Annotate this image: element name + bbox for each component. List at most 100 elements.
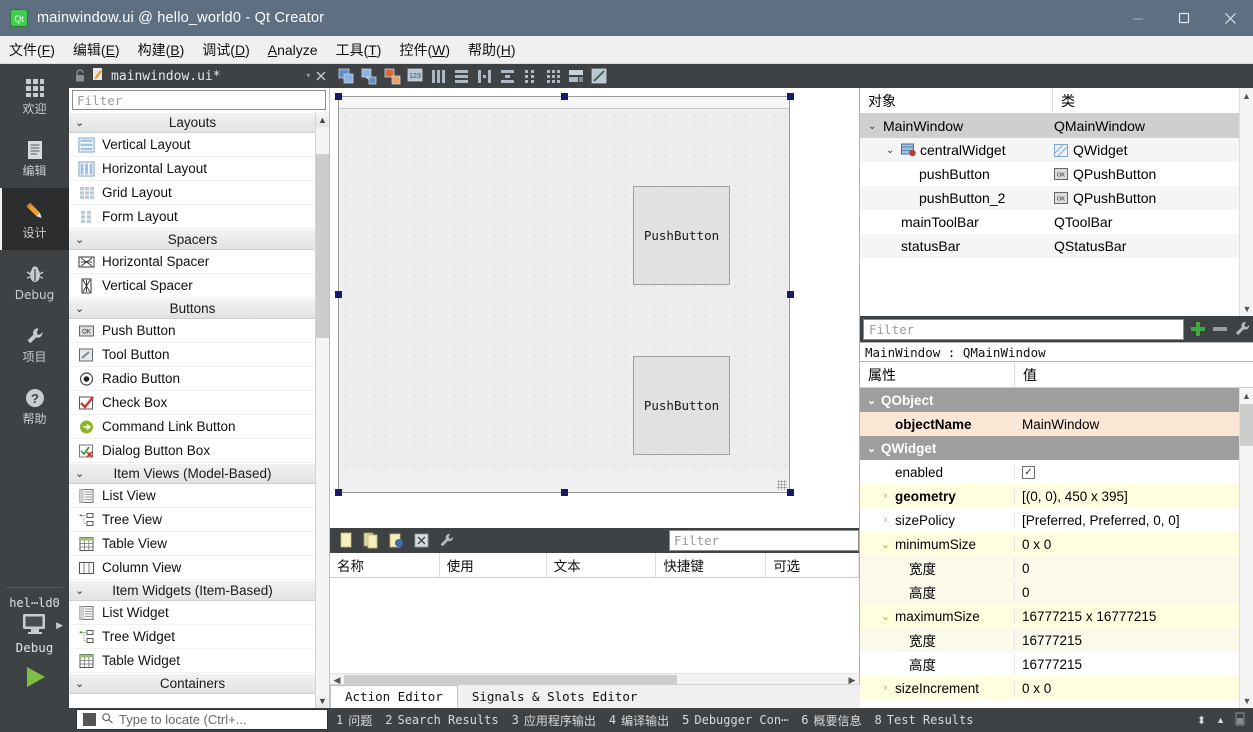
scroll-down-icon[interactable]: ▼ <box>1240 301 1253 316</box>
widget-item[interactable]: Horizontal Spacer <box>69 250 316 274</box>
property-row[interactable]: › sizePolicy [Preferred, Preferred, 0, 0] <box>860 508 1253 532</box>
output-pane-button[interactable]: 5 Debugger Con⋯ <box>682 713 788 727</box>
widget-item[interactable]: Grid Layout <box>69 181 316 205</box>
close-icon[interactable] <box>311 70 331 82</box>
minus-icon[interactable] <box>1209 318 1231 340</box>
mode-projects[interactable]: 项目 <box>0 312 69 374</box>
widget-item[interactable]: Table Widget <box>69 649 316 673</box>
edit-buddies-icon[interactable] <box>383 67 401 85</box>
property-editor-filter[interactable]: Filter <box>863 318 1184 340</box>
property-value-cell[interactable]: [Preferred, Preferred, 0, 0] <box>1015 513 1253 528</box>
menu-item-3[interactable]: 调试(D) <box>193 36 258 64</box>
edit-widgets-icon[interactable] <box>337 67 355 85</box>
layout-splitter-h-icon[interactable] <box>475 67 493 85</box>
chevron-down-icon[interactable]: ⌄ <box>880 538 891 551</box>
lock-icon[interactable] <box>69 69 91 83</box>
run-button[interactable] <box>0 655 69 699</box>
chevron-right-icon[interactable]: › <box>880 490 891 502</box>
form-push-button[interactable]: PushButton <box>633 186 730 285</box>
output-pane-button[interactable]: 2 Search Results <box>385 713 498 727</box>
output-pane-button[interactable]: 6 概要信息 <box>801 712 861 729</box>
menu-item-2[interactable]: 构建(B) <box>129 36 194 64</box>
mode-help[interactable]: ? 帮助 <box>0 374 69 436</box>
action-column-header[interactable]: 名称 <box>330 553 440 577</box>
widget-box-list[interactable]: ⌄ Layouts Vertical Layout Horizontal Layout… <box>69 112 316 708</box>
chevron-right-icon[interactable]: › <box>880 682 891 694</box>
scroll-up-icon[interactable]: ▲ <box>316 112 329 127</box>
editor-tab[interactable]: Signals & Slots Editor <box>458 685 652 708</box>
layout-splitter-v-icon[interactable] <box>498 67 516 85</box>
copy-action-icon[interactable] <box>362 532 380 550</box>
object-tree-row[interactable]: pushButton_2 OK QPushButton <box>860 186 1253 210</box>
layout-horizontal-icon[interactable] <box>429 67 447 85</box>
delete-action-icon[interactable] <box>412 532 430 550</box>
chevron-down-icon[interactable]: ⌄ <box>866 394 877 407</box>
widget-item[interactable]: Vertical Layout <box>69 133 316 157</box>
widget-item[interactable]: Vertical Spacer <box>69 274 316 298</box>
property-value-cell[interactable]: 16777215 <box>1015 657 1253 672</box>
object-inspector-rows[interactable]: ⌄ MainWindow QMainWindow ⌄ centralWidget QWid… <box>860 114 1253 258</box>
edit-signals-slots-icon[interactable] <box>360 67 378 85</box>
widget-item[interactable]: Table View <box>69 532 316 556</box>
property-value-cell[interactable]: 0 x 0 <box>1015 681 1253 696</box>
action-column-header[interactable]: 快捷键 <box>656 553 767 577</box>
action-column-header[interactable]: 可选 <box>766 553 860 577</box>
property-row[interactable]: 宽度 0 <box>860 556 1253 580</box>
selection-handle[interactable] <box>787 291 794 298</box>
property-row[interactable]: 高度 0 <box>860 580 1253 604</box>
locator-input[interactable]: Type to locate (Ctrl+... <box>76 709 328 730</box>
menu-item-5[interactable]: 工具(T) <box>327 36 391 64</box>
widget-item[interactable]: Horizontal Layout <box>69 157 316 181</box>
form-push-button[interactable]: PushButton <box>633 356 730 455</box>
menu-item-7[interactable]: 帮助(H) <box>459 36 524 64</box>
property-value-cell[interactable]: 16777215 x 16777215 <box>1015 609 1253 624</box>
selection-handle[interactable] <box>335 93 342 100</box>
menu-item-4[interactable]: Analyze <box>259 38 327 62</box>
property-value-cell[interactable]: 0 x 0 <box>1015 537 1253 552</box>
chevron-right-icon[interactable]: › <box>880 514 891 526</box>
layout-vertical-icon[interactable] <box>452 67 470 85</box>
scroll-down-icon[interactable]: ▼ <box>1240 693 1253 708</box>
mode-edit[interactable]: 编辑 <box>0 126 69 188</box>
widget-item[interactable]: Radio Button <box>69 367 316 391</box>
object-tree-row[interactable]: mainToolBar QToolBar <box>860 210 1253 234</box>
chevron-down-icon[interactable]: ⌄ <box>868 121 879 132</box>
property-value-cell[interactable]: ✓ <box>1015 465 1253 479</box>
widget-category-header[interactable]: ⌄ Item Widgets (Item-Based) <box>69 580 316 601</box>
chevron-down-icon[interactable]: ⌄ <box>880 610 891 623</box>
main-window-form[interactable]: PushButton PushButton <box>338 96 790 493</box>
widget-item[interactable]: List View <box>69 484 316 508</box>
scrollbar-thumb[interactable] <box>1240 404 1253 446</box>
output-pane-button[interactable]: 4 编译输出 <box>609 712 669 729</box>
property-row[interactable]: › sizeIncrement 0 x 0 <box>860 676 1253 700</box>
mode-debug[interactable]: Debug <box>0 250 69 312</box>
property-row[interactable]: enabled ✓ <box>860 460 1253 484</box>
scroll-up-icon[interactable]: ▲ <box>1240 388 1253 403</box>
mode-welcome[interactable]: 欢迎 <box>0 64 69 126</box>
property-row[interactable]: objectName MainWindow <box>860 412 1253 436</box>
scrollbar-thumb[interactable] <box>316 154 329 338</box>
output-pane-button[interactable]: 3 应用程序输出 <box>512 712 596 729</box>
widget-item[interactable]: Tree View <box>69 508 316 532</box>
maximize-button[interactable] <box>1161 0 1207 36</box>
selection-handle[interactable] <box>787 489 794 496</box>
action-column-header[interactable]: 使用 <box>440 553 547 577</box>
progress-icon[interactable] <box>1235 712 1245 729</box>
editor-tab[interactable]: Action Editor <box>330 685 458 708</box>
edit-tab-order-icon[interactable]: 123 <box>406 67 424 85</box>
layout-grid-icon[interactable] <box>544 67 562 85</box>
new-action-icon[interactable] <box>337 532 355 550</box>
output-pane-button[interactable]: 8 Test Results <box>875 713 974 727</box>
property-row[interactable]: › geometry [(0, 0), 450 x 395] <box>860 484 1253 508</box>
break-layout-icon[interactable] <box>567 67 585 85</box>
widget-item[interactable]: List Widget <box>69 601 316 625</box>
chevron-up-icon[interactable]: ▲ <box>1216 715 1225 725</box>
object-tree-row[interactable]: ⌄ centralWidget QWidget <box>860 138 1253 162</box>
selection-handle[interactable] <box>561 93 568 100</box>
property-row[interactable]: 宽度 16777215 <box>860 628 1253 652</box>
output-pane-button[interactable]: 1 问题 <box>336 712 372 729</box>
minimize-button[interactable] <box>1115 0 1161 36</box>
action-editor-body[interactable] <box>330 578 859 673</box>
property-editor-scrollbar[interactable]: ▲ ▼ <box>1239 388 1253 708</box>
form-central-widget[interactable]: PushButton PushButton <box>339 110 789 470</box>
